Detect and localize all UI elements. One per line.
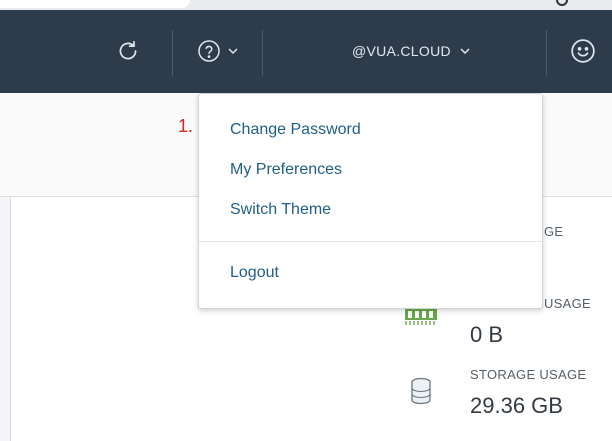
memory-usage-value: 0 B: [470, 322, 504, 347]
storage-usage-value: 29.36 GB: [470, 393, 563, 418]
help-circle-icon: [198, 40, 220, 62]
menu-item-switch-theme[interactable]: Switch Theme: [230, 201, 331, 219]
app-header: @VUA.CLOUD: [0, 10, 612, 93]
refresh-button[interactable]: [110, 36, 146, 66]
cpu-usage-label: GE: [544, 224, 564, 239]
profile-button[interactable]: [566, 34, 600, 68]
menu-item-logout[interactable]: Logout: [230, 264, 279, 282]
database-icon: [411, 377, 431, 405]
step-annotation: 1.: [178, 116, 194, 136]
memory-icon: [405, 309, 437, 325]
browser-profile-icon[interactable]: [556, 0, 568, 6]
menu-item-my-preferences[interactable]: My Preferences: [230, 161, 342, 179]
memory-usage-label: USAGE: [544, 296, 592, 311]
browser-top-strip: [0, 0, 612, 10]
chevron-down-icon: [227, 45, 239, 57]
header-divider: [546, 30, 547, 76]
user-menu-dropdown: Change Password My Preferences Switch Th…: [198, 93, 543, 309]
page: @VUA.CLOUD GE USAGE 0 B STORAGE USAGE 29…: [0, 0, 612, 441]
help-menu-button[interactable]: [188, 36, 248, 66]
user-label: @VUA.CLOUD: [352, 43, 451, 59]
storage-usage-label: STORAGE USAGE: [470, 367, 587, 382]
smiley-face-icon: [571, 39, 595, 63]
menu-item-change-password[interactable]: Change Password: [230, 121, 361, 139]
user-menu-button[interactable]: @VUA.CLOUD: [352, 36, 471, 66]
browser-tab-edge: [0, 0, 190, 8]
header-divider: [172, 30, 173, 76]
header-divider: [262, 30, 263, 76]
refresh-icon: [119, 40, 137, 60]
chevron-down-icon: [459, 45, 471, 57]
menu-divider: [199, 241, 542, 242]
